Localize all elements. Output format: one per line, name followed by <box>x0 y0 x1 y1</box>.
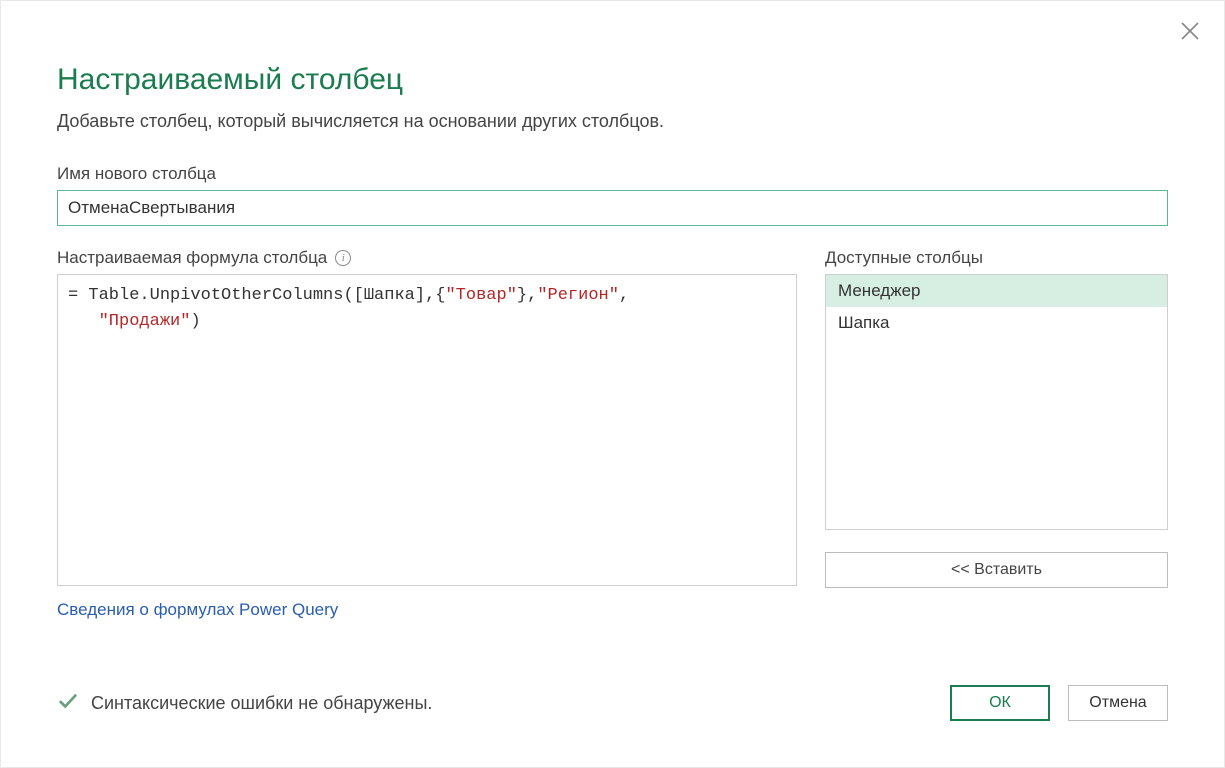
formula-str2: "Регион" <box>537 286 619 305</box>
status-bar: Синтаксические ошибки не обнаружены. <box>57 690 432 717</box>
formula-col: Шапка <box>364 286 415 305</box>
formula-str1: "Товар" <box>445 286 516 305</box>
formula-fn: Table.UnpivotOtherColumns <box>88 286 343 305</box>
formula-label: Настраиваемая формула столбца <box>57 248 327 268</box>
info-icon[interactable]: i <box>335 250 351 266</box>
dialog-subtitle: Добавьте столбец, который вычисляется на… <box>57 111 1168 132</box>
formula-prefix: = <box>68 286 88 305</box>
dialog-title: Настраиваемый столбец <box>57 63 1168 97</box>
available-columns-label: Доступные столбцы <box>825 248 1168 268</box>
cancel-button[interactable]: Отмена <box>1068 685 1168 721</box>
formula-str3: "Продажи" <box>99 312 191 331</box>
insert-button[interactable]: << Вставить <box>825 552 1168 588</box>
available-columns-list[interactable]: Менеджер Шапка <box>825 274 1168 530</box>
available-column-item[interactable]: Менеджер <box>826 275 1167 307</box>
formula-editor[interactable]: = Table.UnpivotOtherColumns([Шапка],{"То… <box>57 274 797 586</box>
available-column-item[interactable]: Шапка <box>826 307 1167 339</box>
close-icon[interactable] <box>1178 19 1202 43</box>
new-column-label: Имя нового столбца <box>57 164 1168 184</box>
power-query-help-link[interactable]: Сведения о формулах Power Query <box>57 600 797 620</box>
custom-column-dialog: Настраиваемый столбец Добавьте столбец, … <box>0 0 1225 768</box>
status-text: Синтаксические ошибки не обнаружены. <box>91 693 432 714</box>
check-icon <box>57 690 79 717</box>
ok-button[interactable]: ОК <box>950 685 1050 721</box>
new-column-name-input[interactable] <box>57 190 1168 226</box>
